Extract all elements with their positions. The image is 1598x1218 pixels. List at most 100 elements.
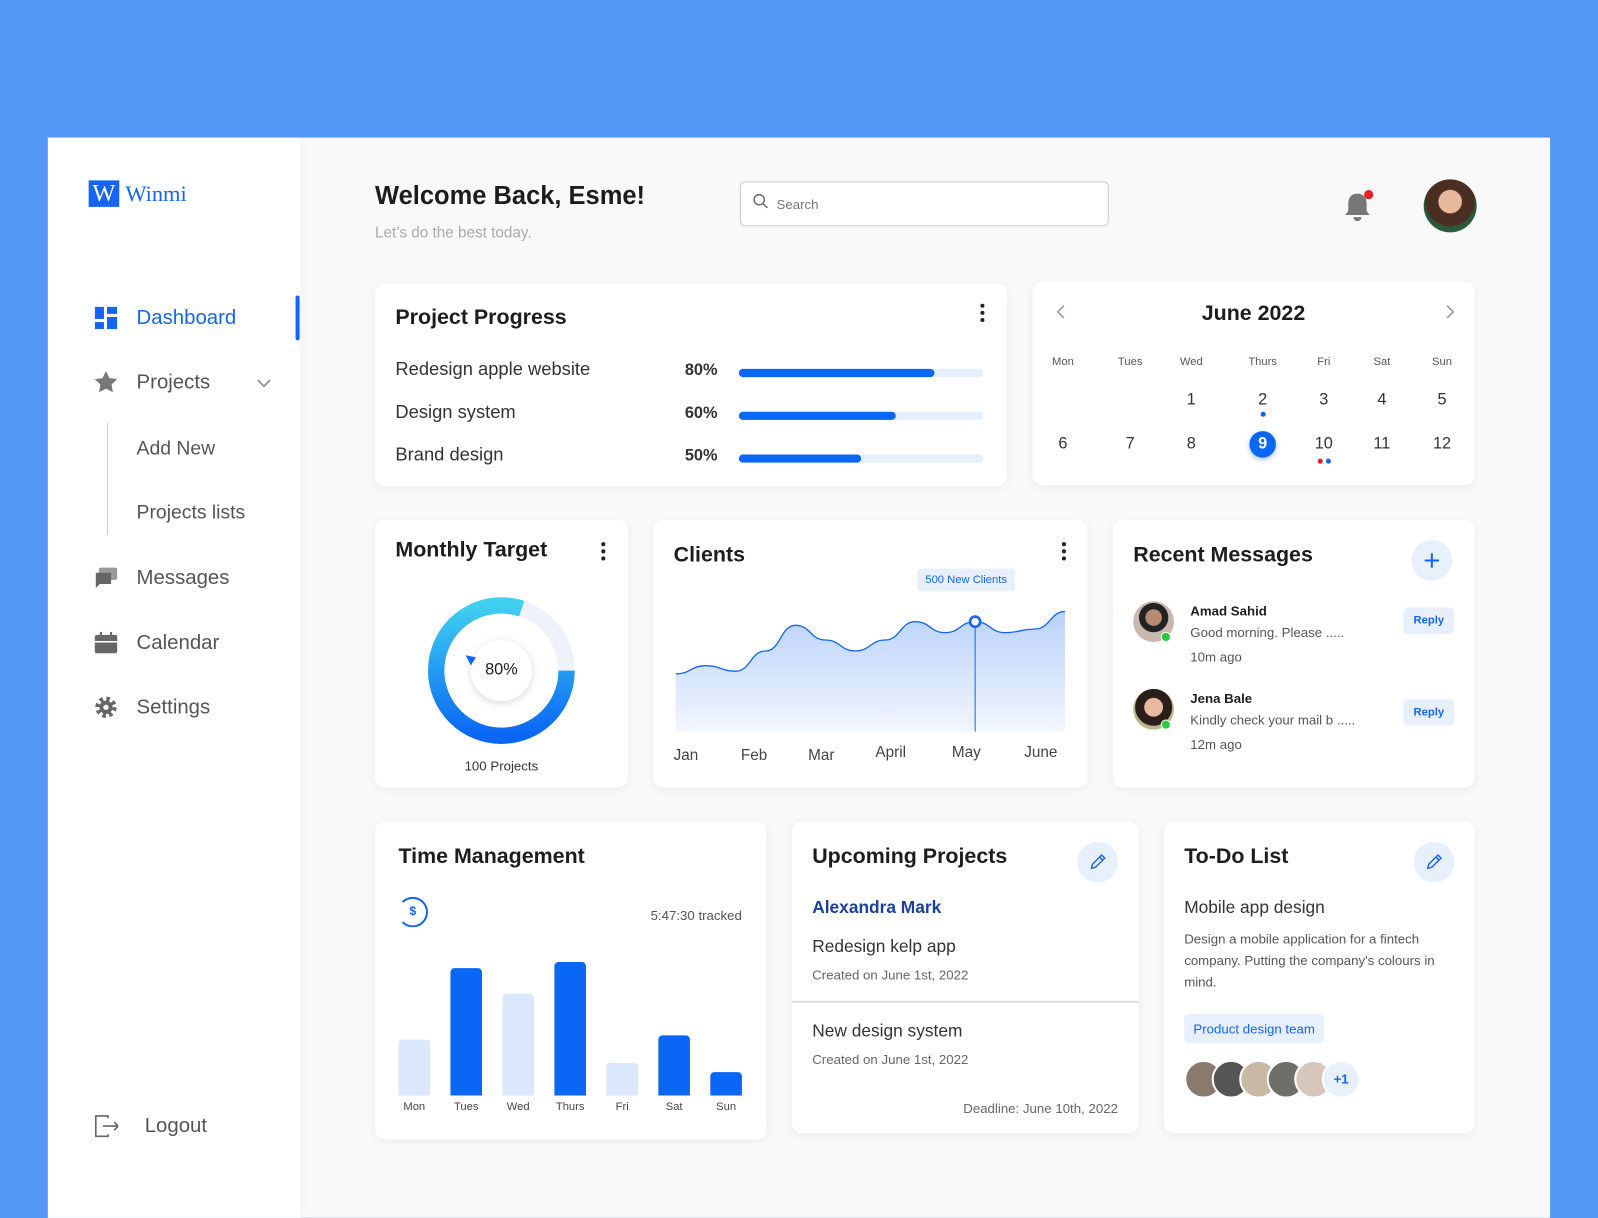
calendar-day[interactable]: 9 — [1249, 431, 1276, 458]
sender-name: Jena Bale — [1190, 690, 1253, 707]
active-indicator — [295, 295, 300, 341]
weekday-label: Sun — [1432, 355, 1452, 368]
add-message-button[interactable] — [1411, 540, 1453, 581]
edit-button[interactable] — [1077, 841, 1118, 883]
calendar-day[interactable]: 11 — [1362, 433, 1403, 459]
upcoming-projects-card: Upcoming Projects Alexandra Mark Redesig… — [791, 821, 1139, 1134]
calendar-day[interactable]: 12 — [1422, 433, 1463, 459]
reply-button[interactable]: Reply — [1403, 607, 1455, 634]
reply-button[interactable]: Reply — [1403, 699, 1455, 726]
progress-item-name: Design system — [395, 401, 516, 422]
calendar-card: June 2022 Mon Tues Wed Thurs Fri Sat Sun 1 2 3 4 5 6… — [1032, 281, 1475, 486]
progress-percent: 60% — [684, 404, 718, 422]
progress-bar — [738, 411, 984, 420]
time-bar — [450, 968, 483, 1096]
x-tick-label: Mar — [808, 747, 835, 765]
progress-fill — [738, 454, 862, 463]
sidebar-item-dashboard[interactable]: Dashboard — [94, 306, 237, 330]
sidebar-item-messages[interactable]: Messages — [94, 566, 229, 590]
calendar-day[interactable]: 6 — [1043, 433, 1084, 459]
time-bar — [554, 962, 586, 1096]
chevron-down-icon[interactable] — [257, 370, 271, 401]
sidebar-item-projects[interactable]: Projects — [94, 370, 277, 394]
more-members-badge[interactable]: +1 — [1321, 1059, 1361, 1099]
star-icon — [94, 370, 118, 394]
calendar-day[interactable]: 8 — [1171, 433, 1212, 459]
more-icon[interactable] — [980, 303, 986, 323]
time-bar — [398, 1039, 431, 1096]
day-label: Sat — [665, 1100, 683, 1113]
project-name[interactable]: New design system — [812, 1021, 962, 1041]
x-tick-label: June — [1024, 743, 1058, 762]
day-label: Sun — [716, 1100, 737, 1113]
message-preview[interactable]: Kindly check your mail b ..... — [1190, 712, 1355, 727]
chart-tooltip: 500 New Clients — [917, 568, 1016, 592]
project-person[interactable]: Alexandra Mark — [812, 898, 941, 918]
calendar-day[interactable]: 1 — [1171, 389, 1212, 415]
message-preview[interactable]: Good morning. Please ..... — [1190, 625, 1344, 640]
divider — [791, 1000, 1139, 1003]
todo-card: To-Do List Mobile app design Design a mo… — [1163, 821, 1475, 1134]
dollar-timer-icon: $ — [397, 896, 429, 928]
submenu-line — [107, 422, 109, 536]
monthly-target-card: Monthly Target 80% 100 Projects — [375, 519, 628, 788]
calendar-icon — [94, 631, 118, 655]
progress-item-name: Redesign apple website — [395, 358, 591, 380]
day-label: Wed — [506, 1100, 530, 1113]
page-subtitle: Let’s do the best today. — [375, 224, 532, 242]
day-label: Thurs — [555, 1100, 585, 1113]
calendar-day[interactable]: 7 — [1110, 433, 1151, 459]
weekday-label: Wed — [1179, 355, 1203, 368]
time-bar — [710, 1072, 742, 1096]
logout-icon — [94, 1114, 119, 1138]
calendar-day[interactable]: 5 — [1422, 389, 1463, 415]
x-tick-label: May — [951, 743, 981, 762]
todo-description: Design a mobile application for a fintec… — [1184, 931, 1435, 990]
highlight-point — [968, 615, 982, 629]
search-input[interactable]: Search — [739, 181, 1109, 227]
progress-percent: 50% — [684, 447, 718, 465]
edit-button[interactable] — [1413, 841, 1455, 883]
more-icon[interactable] — [601, 542, 607, 561]
user-avatar[interactable] — [1423, 179, 1477, 233]
clients-chart — [675, 610, 1066, 732]
logo[interactable]: W Winmi — [88, 180, 187, 207]
time-management-card: Time Management $ 5:47:30 tracked Mon Tue… — [375, 821, 767, 1140]
online-indicator — [1160, 631, 1171, 643]
pencil-icon — [1426, 854, 1443, 870]
next-month-icon[interactable] — [1430, 304, 1471, 325]
weekday-label: Fri — [1317, 355, 1331, 368]
calendar-day[interactable]: 4 — [1362, 389, 1403, 415]
sidebar-item-settings[interactable]: Settings — [94, 695, 210, 719]
x-tick-label: Jan — [673, 747, 699, 765]
event-dot — [1317, 458, 1323, 464]
tracked-time: 5:47:30 tracked — [650, 908, 742, 924]
project-progress-card: Project Progress Redesign apple website 8… — [375, 283, 1007, 487]
progress-bar — [738, 368, 984, 378]
prev-month-icon[interactable] — [1041, 304, 1082, 325]
calendar-day[interactable]: 3 — [1303, 389, 1344, 415]
todo-task[interactable]: Mobile app design — [1184, 898, 1325, 918]
sidebar-item-calendar[interactable]: Calendar — [94, 631, 219, 655]
project-created: Created on June 1st, 2022 — [812, 967, 969, 983]
clients-card: Clients 500 New Clients Jan Feb Mar April Ma… — [653, 519, 1088, 788]
pencil-icon — [1090, 854, 1106, 870]
logout-button[interactable]: Logout — [94, 1114, 207, 1138]
project-created: Created on June 1st, 2022 — [812, 1051, 969, 1067]
project-name[interactable]: Redesign kelp app — [812, 937, 956, 957]
sidebar-subitem-add-new[interactable]: Add New — [137, 438, 216, 460]
day-label: Mon — [403, 1100, 426, 1113]
time-bar — [502, 993, 535, 1096]
sidebar: W Winmi Dashboard Projects Add New Projec… — [47, 137, 301, 1218]
weekday-label: Tues — [1117, 355, 1143, 368]
calendar-day[interactable]: 10 — [1303, 433, 1344, 459]
sidebar-subitem-projects-lists[interactable]: Projects lists — [137, 502, 246, 524]
event-dot — [1260, 411, 1266, 417]
team-tag[interactable]: Product design team — [1184, 1014, 1325, 1044]
search-icon — [753, 193, 768, 214]
page-title: Welcome Back, Esme! — [375, 181, 646, 210]
bell-icon[interactable] — [1341, 190, 1374, 230]
calendar-month: June 2022 — [1201, 301, 1306, 326]
progress-fill — [738, 411, 896, 420]
weekday-label: Sat — [1373, 355, 1391, 368]
